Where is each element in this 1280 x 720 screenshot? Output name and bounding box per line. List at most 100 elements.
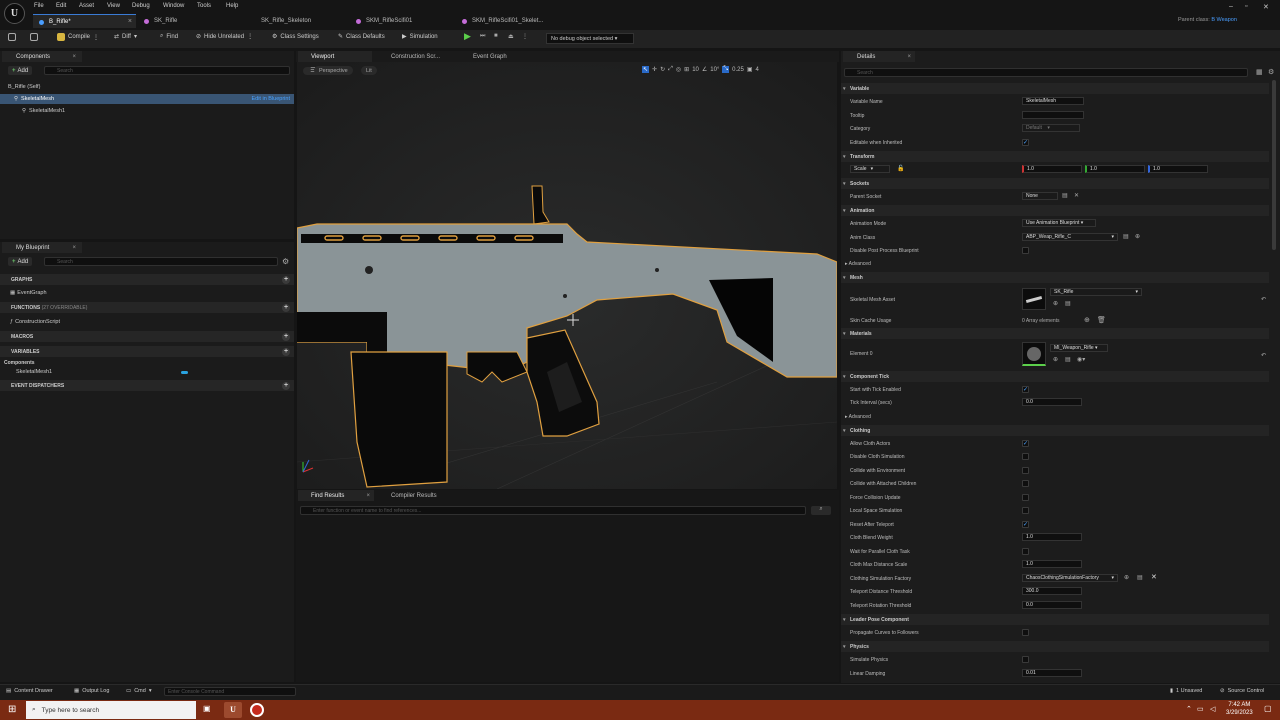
use-selected-icon[interactable]: ⊕ xyxy=(1053,356,1058,363)
sim-factory-combo[interactable]: ChaosClothingSimulationFactory ▾ xyxy=(1022,574,1118,582)
camera-speed-value[interactable]: 4 xyxy=(756,67,759,73)
notification-icon[interactable]: ▢ xyxy=(1264,704,1272,713)
menu-edit[interactable]: Edit xyxy=(56,3,66,9)
close-icon[interactable]: × xyxy=(72,54,76,60)
simulation-button[interactable]: ▶ Simulation xyxy=(402,33,438,41)
close-icon[interactable]: × xyxy=(366,493,370,499)
blend-weight-field[interactable]: 1.0 xyxy=(1022,533,1082,541)
event-dispatchers-section[interactable]: EVENT DISPATCHERS + xyxy=(0,380,294,391)
edit-in-blueprint-link[interactable]: Edit in Blueprint xyxy=(251,96,290,102)
output-log-button[interactable]: ▦ Output Log xyxy=(74,688,109,694)
components-tab[interactable]: Components × xyxy=(2,51,82,62)
tooltip-field[interactable] xyxy=(1022,111,1084,119)
component-skeletalmesh[interactable]: ⚲ SkeletalMesh Edit in Blueprint xyxy=(0,94,294,104)
source-control-button[interactable]: ⊘ Source Control xyxy=(1220,688,1264,694)
advanced-expander[interactable]: ▸ Advanced xyxy=(845,261,871,267)
tab-sk-rifle-skeleton[interactable]: SK_Rifle_Skeleton xyxy=(245,14,345,28)
tab-skm-rifle[interactable]: SKM_RifleScifi01 xyxy=(350,14,450,28)
variable-skeletalmesh1[interactable]: SkeletalMesh1 xyxy=(16,367,192,377)
console-command-input[interactable]: Enter Console Command xyxy=(164,687,296,696)
details-scrollbar[interactable] xyxy=(1272,80,1276,250)
details-tab[interactable]: Details × xyxy=(843,51,915,62)
property-matrix-icon[interactable]: ▦ xyxy=(1256,68,1263,76)
tab-sk-rifle[interactable]: SK_Rifle xyxy=(138,14,238,28)
add-variable-button[interactable]: + xyxy=(282,347,290,356)
trash-icon[interactable]: 🗑 xyxy=(1097,316,1106,324)
use-selected-icon[interactable]: ⊕ xyxy=(1135,233,1140,240)
use-selected-icon[interactable]: ⊕ xyxy=(1124,574,1129,581)
close-icon[interactable]: × xyxy=(907,54,911,60)
scale-icon[interactable]: ⤢ xyxy=(668,66,673,73)
reset-teleport-checkbox[interactable]: ✓ xyxy=(1022,521,1029,528)
section-clothing[interactable]: Clothing xyxy=(841,425,1269,436)
menu-asset[interactable]: Asset xyxy=(79,3,94,9)
parent-class-link[interactable]: B Weapon xyxy=(1211,17,1237,23)
blueprint-search-input[interactable]: Search xyxy=(44,257,278,266)
editable-inherited-checkbox[interactable]: ✓ xyxy=(1022,139,1029,146)
angle-icon[interactable]: ∠ xyxy=(702,66,707,73)
lit-button[interactable]: Lit xyxy=(361,66,377,75)
play-button[interactable]: ▶ xyxy=(464,31,471,42)
add-graph-button[interactable]: + xyxy=(282,275,290,284)
tab-compiler-results[interactable]: Compiler Results xyxy=(378,490,448,501)
reset-icon[interactable]: ↶ xyxy=(1261,352,1266,359)
section-transform[interactable]: Transform xyxy=(841,151,1269,162)
material-thumbnail[interactable] xyxy=(1022,342,1046,366)
add-macro-button[interactable]: + xyxy=(282,332,290,341)
variables-section[interactable]: VARIABLES + xyxy=(0,346,294,357)
details-search-input[interactable]: Search xyxy=(844,68,1248,77)
variable-name-field[interactable]: SkeletalMesh xyxy=(1022,97,1084,105)
menu-debug[interactable]: Debug xyxy=(132,3,150,9)
task-view-icon[interactable]: ▣ xyxy=(203,704,211,713)
browse-icon[interactable]: ▤ xyxy=(1065,300,1071,307)
anim-class-combo[interactable]: ABP_Weap_Rifle_C ▾ xyxy=(1022,233,1118,241)
rotate-icon[interactable]: ↻ xyxy=(660,66,665,73)
add-component-button[interactable]: + Add xyxy=(8,66,33,75)
clear-icon[interactable]: ✕ xyxy=(1151,573,1157,581)
save-icon[interactable] xyxy=(8,33,16,41)
reset-icon[interactable]: ↶ xyxy=(1261,296,1266,303)
local-space-checkbox[interactable] xyxy=(1022,507,1029,514)
propagate-curves-checkbox[interactable] xyxy=(1022,629,1029,636)
skeletal-mesh-thumbnail[interactable] xyxy=(1022,288,1046,310)
linear-damping-field[interactable]: 0.01 xyxy=(1022,669,1082,677)
browse-icon[interactable]: ▤ xyxy=(1123,233,1129,240)
maximize-button[interactable]: ▫ xyxy=(1245,3,1247,10)
browse-icon[interactable]: ▤ xyxy=(1065,356,1071,363)
section-animation[interactable]: Animation xyxy=(841,205,1269,216)
section-physics[interactable]: Physics xyxy=(841,641,1269,652)
disable-post-process-checkbox[interactable] xyxy=(1022,247,1029,254)
binoculars-icon[interactable]: ⌕ xyxy=(811,506,831,515)
clear-icon[interactable]: ✕ xyxy=(1074,192,1079,199)
menu-window[interactable]: Window xyxy=(163,3,184,9)
scale-x-field[interactable]: 1.0 xyxy=(1022,165,1082,173)
step-button[interactable]: ⏭ xyxy=(480,33,485,40)
taskbar-search-input[interactable]: ⌕ Type here to search xyxy=(26,701,196,719)
snap-icon[interactable]: ⊞ xyxy=(684,66,689,73)
wait-parallel-checkbox[interactable] xyxy=(1022,548,1029,555)
teleport-rotation-field[interactable]: 0.0 xyxy=(1022,601,1082,609)
add-dispatcher-button[interactable]: + xyxy=(282,381,290,390)
app-taskbar-icon[interactable] xyxy=(250,703,264,717)
component-skeletalmesh1[interactable]: ⚲ SkeletalMesh1 xyxy=(22,106,65,116)
gear-icon[interactable]: ⚙ xyxy=(282,257,289,266)
lock-icon[interactable]: 🔓 xyxy=(897,165,904,172)
graphs-section[interactable]: GRAPHS + xyxy=(0,274,294,285)
teleport-distance-field[interactable]: 300.0 xyxy=(1022,587,1082,595)
eject-button[interactable]: ⏏ xyxy=(508,33,514,40)
scale-mode-combo[interactable]: Scale ▾ xyxy=(850,165,890,173)
max-distance-field[interactable]: 1.0 xyxy=(1022,560,1082,568)
tick-interval-field[interactable]: 0.0 xyxy=(1022,398,1082,406)
section-mesh[interactable]: Mesh xyxy=(841,272,1269,283)
event-graph-item[interactable]: ▦ EventGraph xyxy=(10,288,47,298)
animation-mode-combo[interactable]: Use Animation Blueprint ▾ xyxy=(1022,219,1096,227)
parent-socket-field[interactable]: None xyxy=(1022,192,1058,200)
component-root[interactable]: B_Rifle (Self) xyxy=(8,82,40,92)
viewport[interactable] xyxy=(297,62,837,489)
stop-button[interactable]: ■ xyxy=(494,33,498,39)
section-component-tick[interactable]: Component Tick xyxy=(841,371,1269,382)
simulate-physics-checkbox[interactable] xyxy=(1022,656,1029,663)
cmd-button[interactable]: ▭ Cmd ▾ xyxy=(126,688,152,694)
browse-socket-icon[interactable]: ▤ xyxy=(1062,192,1068,199)
taskbar-clock[interactable]: 7:42 AM 3/29/2023 xyxy=(1226,701,1253,717)
